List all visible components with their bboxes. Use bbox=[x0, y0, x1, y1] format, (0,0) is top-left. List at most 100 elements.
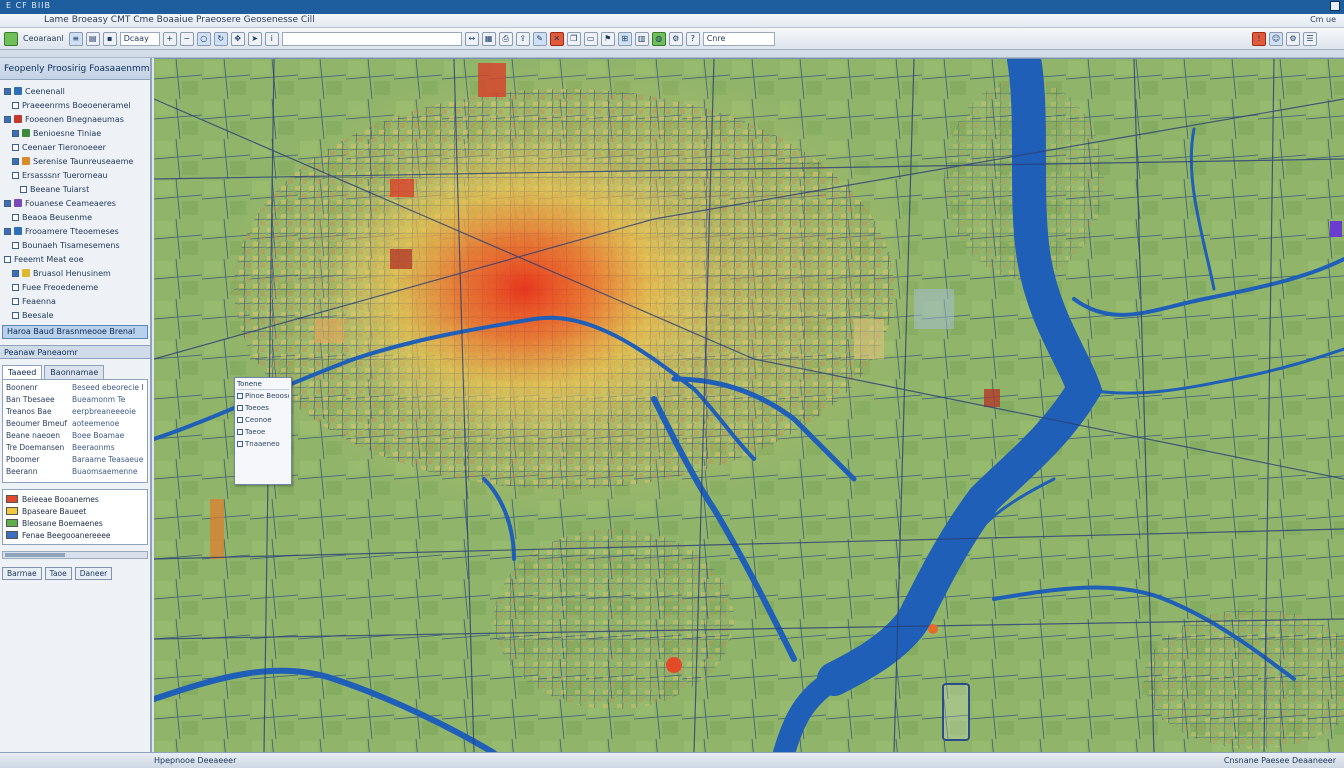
property-value[interactable]: Beeraonms bbox=[72, 443, 144, 455]
gear-icon[interactable]: ⚙ bbox=[1286, 31, 1300, 46]
map-graphics[interactable] bbox=[154, 59, 1344, 752]
popup-checkbox[interactable] bbox=[237, 441, 243, 447]
marker-poi[interactable] bbox=[666, 657, 682, 673]
zoom-in-icon[interactable]: + bbox=[162, 31, 177, 46]
layer-checkbox[interactable] bbox=[12, 311, 19, 319]
identify-icon[interactable]: i bbox=[264, 31, 279, 46]
horizontal-scrollbar[interactable] bbox=[2, 551, 148, 559]
map-canvas[interactable] bbox=[154, 58, 1344, 752]
tree-item[interactable]: Fouanese Ceameaeres bbox=[4, 196, 146, 210]
mode-combo[interactable]: Dcaay bbox=[119, 31, 160, 46]
popup-checkbox[interactable] bbox=[237, 417, 243, 423]
tree-item[interactable]: Feeemt Meat eoe bbox=[4, 252, 146, 266]
paste-icon[interactable]: ▭ bbox=[583, 31, 598, 46]
property-value[interactable]: Beseed ebeorecie IIB bbox=[72, 383, 144, 395]
marker-poi-2[interactable] bbox=[928, 624, 938, 634]
print-icon[interactable]: ⎙ bbox=[498, 31, 513, 46]
scroll-thumb[interactable] bbox=[5, 553, 65, 557]
window-close-icon[interactable] bbox=[1330, 1, 1340, 11]
user-icon[interactable]: ☺ bbox=[1269, 31, 1283, 46]
tree-item[interactable]: Benioesne Tiniae bbox=[4, 126, 146, 140]
property-value[interactable]: aoteemenoe bbox=[72, 419, 144, 431]
popup-item[interactable]: Tnaaeneo bbox=[237, 438, 289, 450]
layers-icon[interactable]: ≡ bbox=[68, 31, 83, 46]
layer-checkbox[interactable] bbox=[12, 283, 19, 291]
marker-region[interactable] bbox=[1330, 221, 1342, 237]
layer-checkbox[interactable] bbox=[12, 101, 19, 109]
layer-popup[interactable]: Tonene Pinoe Beoosd Toeoes Ceonoe Taeoe Tnaa… bbox=[234, 377, 292, 485]
search-input[interactable] bbox=[281, 31, 462, 46]
zoom-out-icon[interactable]: − bbox=[179, 31, 194, 46]
layer-checkbox[interactable] bbox=[4, 227, 11, 235]
popup-item[interactable]: Ceonoe bbox=[237, 414, 289, 426]
layer-checkbox[interactable] bbox=[12, 143, 19, 151]
tool-button[interactable]: Taoe bbox=[44, 567, 72, 580]
layer-checkbox[interactable] bbox=[4, 87, 11, 95]
globe-icon[interactable]: ◍ bbox=[651, 31, 666, 46]
apply-button[interactable]: Barrnae bbox=[2, 567, 42, 580]
layer-checkbox[interactable] bbox=[12, 157, 19, 165]
popup-item[interactable]: Toeoes bbox=[237, 402, 289, 414]
tree-item[interactable]: Beaoa Beusenme bbox=[4, 210, 146, 224]
popup-checkbox[interactable] bbox=[237, 405, 243, 411]
property-value[interactable]: eerpbreaneeeoie bbox=[72, 407, 144, 419]
select-icon[interactable]: ➤ bbox=[247, 31, 262, 46]
popup-item[interactable]: Taeoe bbox=[237, 426, 289, 438]
tree-item[interactable]: Frooamere Tteoemeses bbox=[4, 224, 146, 238]
layer-checkbox[interactable] bbox=[12, 213, 19, 221]
tree-item[interactable]: Ersasssnr Tuerorneau bbox=[4, 168, 146, 182]
copy-icon[interactable]: ❐ bbox=[566, 31, 581, 46]
tree-item[interactable]: Serenise Taunreuseaeme bbox=[4, 154, 146, 168]
layer-checkbox[interactable] bbox=[4, 115, 11, 123]
layer-checkbox[interactable] bbox=[20, 185, 27, 193]
layer-combo[interactable]: Cnre bbox=[702, 31, 775, 46]
tree-item[interactable]: Fuee Freoedeneme bbox=[4, 280, 146, 294]
popup-checkbox[interactable] bbox=[237, 393, 243, 399]
layer-checkbox[interactable] bbox=[4, 255, 11, 263]
tree-item[interactable]: Bounaeh Tisamesemens bbox=[4, 238, 146, 252]
popup-checkbox[interactable] bbox=[237, 429, 243, 435]
pan-icon[interactable]: ✥ bbox=[230, 31, 245, 46]
layer-checkbox[interactable] bbox=[4, 199, 11, 207]
layer-checkbox[interactable] bbox=[12, 129, 19, 137]
tree-item[interactable]: Ceenaer Tieronoeeer bbox=[4, 140, 146, 154]
table-icon[interactable]: ▦ bbox=[481, 31, 496, 46]
sub-toolbar bbox=[0, 50, 1344, 58]
tree-item[interactable]: Bruasol Henusinem bbox=[4, 266, 146, 280]
selected-layer[interactable]: Haroa Baud Brasnmeooe Brenal bbox=[2, 325, 148, 339]
tree-item[interactable]: Beesale bbox=[4, 308, 146, 322]
property-value[interactable]: Baraame Teasaeueent bbox=[72, 455, 144, 467]
open-icon[interactable]: ▤ bbox=[85, 31, 100, 46]
tab-attributes[interactable]: Baonnamae bbox=[44, 365, 105, 379]
menu-icon[interactable]: ☰ bbox=[1303, 31, 1317, 46]
tree-item[interactable]: Feaenna bbox=[4, 294, 146, 308]
edit-icon[interactable]: ✎ bbox=[532, 31, 547, 46]
chart-icon[interactable]: ▥ bbox=[634, 31, 649, 46]
alert-icon[interactable]: ! bbox=[1252, 31, 1266, 46]
property-value[interactable]: Boee Boamae bbox=[72, 431, 144, 443]
save-icon[interactable]: ▪ bbox=[102, 31, 117, 46]
help-icon[interactable]: ? bbox=[685, 31, 700, 46]
close-button[interactable]: Daneer bbox=[74, 567, 113, 580]
measure-icon[interactable]: ↔ bbox=[464, 31, 479, 46]
property-value[interactable]: Bueamonm Te bbox=[72, 395, 144, 407]
refresh-icon[interactable]: ↻ bbox=[213, 31, 228, 46]
layer-color-icon bbox=[22, 157, 30, 165]
export-icon[interactable]: ⇪ bbox=[515, 31, 530, 46]
tree-item[interactable]: Fooeonen Bnegnaeumas bbox=[4, 112, 146, 126]
grid-icon[interactable]: ⊞ bbox=[617, 31, 632, 46]
layer-checkbox[interactable] bbox=[12, 269, 19, 277]
tree-item[interactable]: Ceenenall bbox=[4, 84, 146, 98]
layer-checkbox[interactable] bbox=[12, 171, 19, 179]
tree-item[interactable]: Praeeenrms Boeoeneramel bbox=[4, 98, 146, 112]
tree-item[interactable]: Beeane Tuiarst bbox=[4, 182, 146, 196]
layer-checkbox[interactable] bbox=[12, 241, 19, 249]
delete-icon[interactable]: ✕ bbox=[549, 31, 564, 46]
tab-properties[interactable]: Taaeed bbox=[2, 365, 43, 379]
property-value[interactable]: Buaomsaemenne bbox=[72, 467, 144, 479]
settings-icon[interactable]: ⚙ bbox=[668, 31, 683, 46]
bookmark-icon[interactable]: ⚑ bbox=[600, 31, 615, 46]
layer-checkbox[interactable] bbox=[12, 297, 19, 305]
popup-item[interactable]: Pinoe Beoosd bbox=[237, 390, 289, 402]
search-icon[interactable]: ○ bbox=[196, 31, 211, 46]
